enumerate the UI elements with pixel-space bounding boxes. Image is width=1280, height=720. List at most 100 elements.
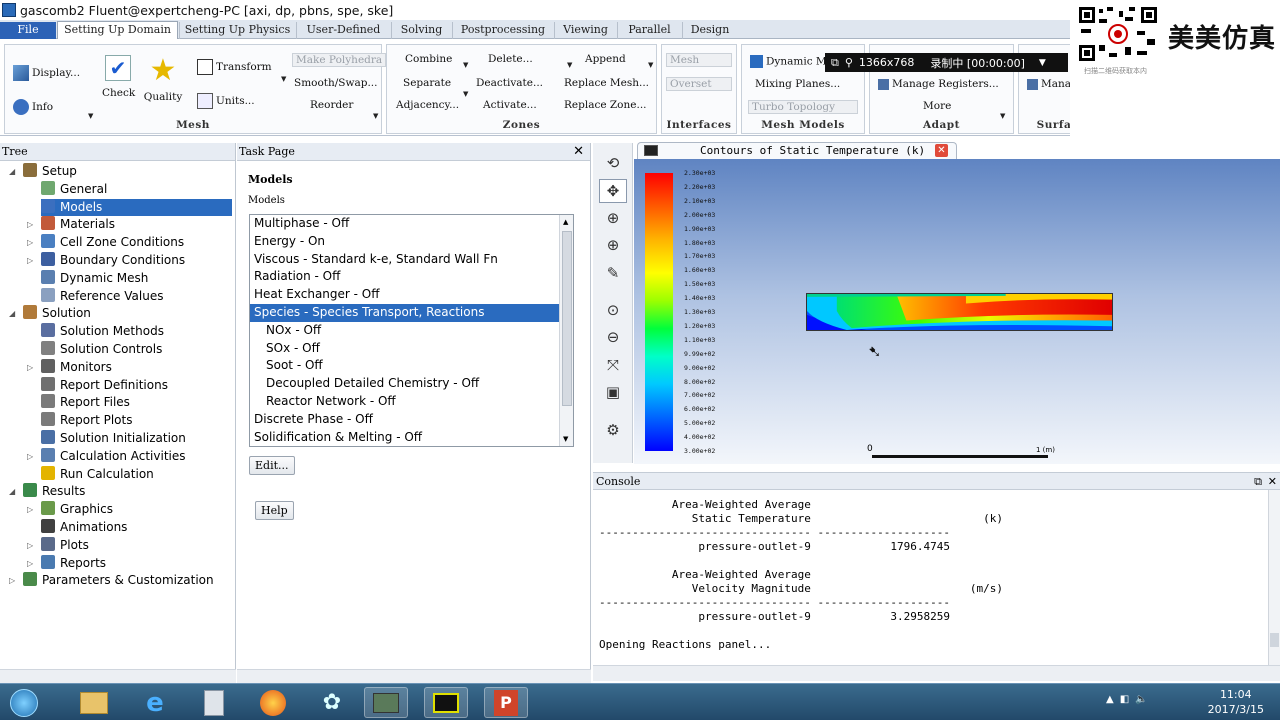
activate-button[interactable]: Activate...	[483, 99, 537, 111]
tree-item-materials[interactable]: Materials	[41, 216, 115, 233]
edit-button[interactable]: Edit...	[249, 456, 295, 475]
tab-viewing[interactable]: Viewing	[554, 22, 616, 39]
tree-item-solution-methods[interactable]: Solution Methods	[41, 323, 164, 340]
turbo-topology-button[interactable]: Turbo Topology	[748, 100, 858, 114]
tree-item-dynamic-mesh[interactable]: Dynamic Mesh	[41, 269, 148, 287]
tree-item-report-files[interactable]: Report Files	[41, 394, 130, 411]
rotate-icon[interactable]: ⟲	[599, 151, 627, 175]
model-item[interactable]: Reactor Network - Off	[250, 393, 560, 411]
models-list-scrollbar[interactable]: ▲ ▼	[559, 215, 573, 446]
zoom-out-icon[interactable]: ⊖	[599, 325, 627, 349]
scroll-down-icon[interactable]: ▼	[563, 435, 568, 443]
tree-item-general[interactable]: General	[41, 180, 107, 198]
powerpoint-taskbar-button[interactable]: P	[484, 687, 528, 718]
tree-expand-arrow[interactable]: ▷	[27, 238, 33, 247]
tree-horizontal-scrollbar[interactable]	[0, 669, 236, 683]
tree-expand-arrow[interactable]: ▷	[27, 256, 33, 265]
fluent-taskbar-button[interactable]	[424, 687, 468, 718]
check-button[interactable]: ✔ Check	[102, 55, 135, 99]
transform-button[interactable]: Transform	[197, 59, 272, 75]
info-button[interactable]: Info	[13, 99, 53, 115]
close-icon[interactable]: ✕	[935, 144, 948, 157]
dropdown-arrow-icon[interactable]: ▼	[463, 61, 468, 69]
model-item[interactable]: Radiation - Off	[250, 268, 560, 286]
model-item[interactable]: Solidification & Melting - Off	[250, 429, 560, 446]
network-app-taskbar-button[interactable]: ✿	[310, 687, 354, 718]
units-button[interactable]: Units...	[197, 93, 255, 109]
tree-expand-arrow[interactable]: ▷	[27, 541, 33, 550]
scroll-thumb[interactable]	[562, 231, 572, 406]
tab-setting-up-physics[interactable]: Setting Up Physics	[179, 22, 295, 39]
combine-button[interactable]: Combine	[405, 53, 452, 65]
tab-solving[interactable]: Solving	[391, 22, 451, 39]
camera-icon[interactable]: ▣	[599, 380, 627, 404]
ie-taskbar-button[interactable]: e	[133, 687, 177, 718]
console-horizontal-scrollbar[interactable]	[593, 665, 1280, 681]
tab-file[interactable]: File	[0, 22, 56, 39]
view-options-icon[interactable]: ⚙	[599, 418, 627, 442]
dropdown-arrow-icon[interactable]: ▼	[648, 61, 653, 69]
tab-user-defined[interactable]: User-Defined	[296, 22, 390, 39]
fluent-launcher-taskbar-button[interactable]	[364, 687, 408, 718]
tree-item-plots[interactable]: Plots	[41, 536, 89, 554]
taskbar-clock[interactable]: 11:04 2017/3/15	[1208, 687, 1264, 717]
tree-item-report-definitions[interactable]: Report Definitions	[41, 376, 168, 394]
console-output[interactable]: Area-Weighted Average Static Temperature…	[593, 490, 1280, 665]
manage-registers-button[interactable]: Manage Registers...	[878, 78, 999, 90]
graphics-tab[interactable]: Contours of Static Temperature (k) ✕	[637, 142, 957, 159]
dropdown-arrow-icon[interactable]: ▼	[281, 75, 286, 83]
restore-icon[interactable]: ⧉	[1254, 473, 1262, 490]
scroll-up-icon[interactable]: ▲	[563, 218, 568, 226]
tree-item-graphics[interactable]: Graphics	[41, 501, 113, 518]
adjacency-button[interactable]: Adjacency...	[396, 99, 459, 111]
fit-to-window-icon[interactable]: ⊙	[599, 298, 627, 322]
tree-expand-arrow[interactable]: ◢	[9, 309, 15, 318]
replace-zone-button[interactable]: Replace Zone...	[564, 99, 647, 111]
quality-button[interactable]: ★ Quality	[142, 55, 184, 104]
model-item[interactable]: Heat Exchanger - Off	[250, 286, 560, 304]
console-scroll-thumb[interactable]	[1270, 633, 1279, 647]
model-item[interactable]: Soot - Off	[250, 357, 560, 375]
tree-item-models[interactable]: Models	[41, 198, 232, 216]
more-button[interactable]: More	[923, 100, 951, 112]
tree-expand-arrow[interactable]: ▷	[27, 559, 33, 568]
model-item[interactable]: Energy - On	[250, 233, 560, 251]
tree-expand-arrow[interactable]: ▷	[27, 363, 33, 372]
tree-item-boundary-conditions[interactable]: Boundary Conditions	[41, 252, 185, 269]
tree-item-setup[interactable]: Setup	[23, 163, 77, 180]
probe-icon[interactable]: ✎	[599, 261, 627, 285]
tree-item-monitors[interactable]: Monitors	[41, 358, 112, 376]
model-item[interactable]: Species - Species Transport, Reactions	[250, 303, 560, 322]
mixing-planes-button[interactable]: Mixing Planes...	[755, 78, 840, 90]
model-item[interactable]: Viscous - Standard k-e, Standard Wall Fn	[250, 251, 560, 269]
dropdown-arrow-icon[interactable]: ▼	[88, 112, 93, 120]
model-item[interactable]: Decoupled Detailed Chemistry - Off	[250, 375, 560, 393]
separate-button[interactable]: Separate	[403, 77, 451, 89]
tree-item-report-plots[interactable]: Report Plots	[41, 412, 132, 429]
overset-button[interactable]: Overset	[666, 77, 732, 91]
deactivate-button[interactable]: Deactivate...	[476, 77, 543, 89]
tree-expand-arrow[interactable]: ◢	[9, 167, 15, 176]
tree-item-cell-zone-conditions[interactable]: Cell Zone Conditions	[41, 234, 184, 251]
zoom-in-icon[interactable]: ⊕	[599, 233, 627, 257]
reorder-button[interactable]: Reorder	[310, 99, 353, 111]
tab-design[interactable]: Design	[682, 22, 737, 39]
tab-setting-up-domain[interactable]: Setting Up Domain	[57, 21, 178, 40]
graphics-viewport[interactable]: 2.30e+03 2.20e+03 2.10e+03 2.00e+03 1.90e+03…	[634, 159, 1280, 464]
manage-surface-button[interactable]: Mana	[1027, 78, 1071, 90]
tree-expand-arrow[interactable]: ▷	[27, 220, 33, 229]
task-horizontal-scrollbar[interactable]	[237, 669, 591, 683]
tree-expand-arrow[interactable]: ◢	[9, 487, 15, 496]
model-item[interactable]: NOx - Off	[250, 322, 560, 340]
explorer-taskbar-button[interactable]	[72, 687, 116, 718]
close-icon[interactable]: ✕	[1268, 473, 1277, 490]
tree-item-solution-initialization[interactable]: Solution Initialization	[41, 430, 186, 447]
make-polyhedra-button[interactable]: Make Polyhedra	[292, 53, 387, 67]
tree-item-reference-values[interactable]: Reference Values	[41, 287, 163, 305]
console-scrollbar[interactable]	[1268, 490, 1280, 665]
model-item[interactable]: Discrete Phase - Off	[250, 411, 560, 429]
dropdown-arrow-icon[interactable]: ▼	[567, 61, 572, 69]
tree-item-calculation-activities[interactable]: Calculation Activities	[41, 447, 186, 465]
recorder-dropdown-icon[interactable]: ▼	[1039, 58, 1046, 68]
dropdown-arrow-icon[interactable]: ▼	[373, 112, 378, 120]
